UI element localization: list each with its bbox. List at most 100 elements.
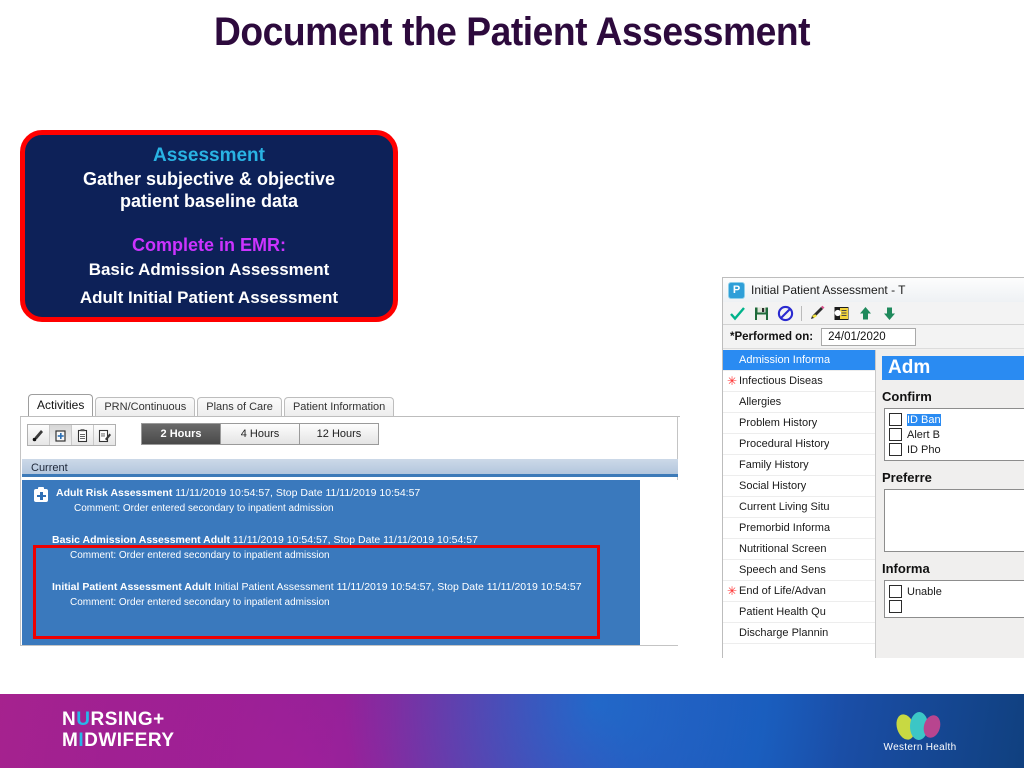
section-label: Premorbid Informa xyxy=(739,522,831,534)
activities-panel: 2 Hours 4 Hours 12 Hours Current Adult R… xyxy=(20,417,678,646)
section-patient-health-questionnaire[interactable]: Patient Health Qu xyxy=(723,602,875,623)
checkbox-unable[interactable]: Unable xyxy=(889,584,1024,599)
preferred-textarea[interactable] xyxy=(884,489,1024,552)
app-icon: P xyxy=(728,281,745,299)
performed-on-label: *Performed on: xyxy=(730,330,814,343)
pen-icon[interactable] xyxy=(809,305,826,322)
checkbox-icon[interactable] xyxy=(889,413,902,426)
checkbox-icon[interactable] xyxy=(889,443,902,456)
performed-on-input[interactable]: 24/01/2020 xyxy=(821,327,917,346)
section-label: Patient Health Qu xyxy=(739,606,826,618)
medkit-icon xyxy=(34,487,48,502)
checkbox-partial-clipped[interactable] xyxy=(889,599,1024,614)
section-infectious-diseases[interactable]: ✳ Infectious Diseas xyxy=(723,371,875,392)
information-group-label: Informa xyxy=(882,561,930,576)
callout-line-1: Gather subjective & objective xyxy=(82,169,336,189)
section-label: Family History xyxy=(739,459,809,471)
section-premorbid-information[interactable]: Premorbid Informa xyxy=(723,518,875,539)
section-problem-history[interactable]: Problem History xyxy=(723,413,875,434)
section-label: Procedural History xyxy=(739,438,830,450)
table-row[interactable]: Basic Admission Assessment Adult 11/11/2… xyxy=(52,534,478,546)
brand-line-1: NURSING+ xyxy=(62,709,175,730)
section-nutritional-screening[interactable]: Nutritional Screen xyxy=(723,539,875,560)
butterfly-icon xyxy=(893,711,943,742)
checkbox-icon[interactable] xyxy=(889,600,902,613)
activity-comment: Comment: Order entered secondary to inpa… xyxy=(70,597,330,608)
time-range-selector: 2 Hours 4 Hours 12 Hours xyxy=(141,423,379,445)
clipboard-icon[interactable] xyxy=(72,425,94,445)
arrow-up-icon[interactable] xyxy=(857,305,874,322)
section-current-living-situation[interactable]: Current Living Situ xyxy=(723,497,875,518)
brand-text: DWIFERY xyxy=(84,730,175,751)
activity-detail: 11/11/2019 10:54:57, Stop Date 11/11/201… xyxy=(232,534,478,546)
section-allergies[interactable]: Allergies xyxy=(723,392,875,413)
information-checkbox-group: Unable xyxy=(884,580,1024,618)
section-label: Discharge Plannin xyxy=(739,627,829,639)
confirm-checkbox-group: ID Ban Alert B ID Pho xyxy=(884,408,1024,461)
activity-title: Adult Risk Assessment xyxy=(56,487,173,499)
activity-comment: Comment: Order entered secondary to inpa… xyxy=(74,503,334,514)
arrow-down-icon[interactable] xyxy=(881,305,898,322)
checkbox-label: ID Pho xyxy=(907,443,941,456)
checkbox-label: Unable xyxy=(907,585,942,598)
checkbox-id-photo[interactable]: ID Pho xyxy=(889,442,1024,457)
form-section-header: Adm xyxy=(882,356,1024,380)
confirm-group-label: Confirm xyxy=(882,389,932,404)
time-range-12-hours[interactable]: 12 Hours xyxy=(300,424,378,444)
add-box-icon[interactable] xyxy=(50,425,72,445)
tab-plans-of-care[interactable]: Plans of Care xyxy=(197,397,282,417)
required-asterisk-icon: ✳ xyxy=(726,374,738,388)
tab-prn-continuous[interactable]: PRN/Continuous xyxy=(95,397,196,417)
section-admission-information[interactable]: Admission Informa xyxy=(723,350,875,371)
assessment-toolbar xyxy=(723,302,1024,325)
cancel-icon[interactable] xyxy=(777,305,794,322)
activities-icon-group xyxy=(27,424,116,446)
section-label: Nutritional Screen xyxy=(739,543,827,555)
table-row[interactable]: Initial Patient Assessment Adult Initial… xyxy=(52,581,582,593)
section-procedural-history[interactable]: Procedural History xyxy=(723,434,875,455)
section-family-history[interactable]: Family History xyxy=(723,455,875,476)
section-label: Problem History xyxy=(739,417,818,429)
time-range-2-hours[interactable]: 2 Hours xyxy=(142,424,221,444)
section-end-of-life-advance-care[interactable]: ✳ End of Life/Advan xyxy=(723,581,875,602)
time-range-4-hours[interactable]: 4 Hours xyxy=(221,424,300,444)
activity-rows: Adult Risk Assessment 11/11/2019 10:54:5… xyxy=(22,480,678,645)
activities-toolbar: 2 Hours 4 Hours 12 Hours xyxy=(21,421,679,453)
stethoscope-icon: U xyxy=(76,709,91,730)
note-icon[interactable] xyxy=(833,305,850,322)
section-label: Allergies xyxy=(739,396,782,408)
check-icon[interactable] xyxy=(729,305,746,322)
initial-patient-assessment-window: P Initial Patient Assessment - T *Perfor… xyxy=(722,277,1024,658)
checkbox-label: Alert B xyxy=(907,428,941,441)
performed-on-row: *Performed on: 24/01/2020 xyxy=(723,325,1024,349)
checkbox-icon[interactable] xyxy=(889,428,902,441)
clipboard-edit-icon[interactable] xyxy=(94,425,115,445)
section-label: Social History xyxy=(739,480,807,492)
section-discharge-planning[interactable]: Discharge Plannin xyxy=(723,623,875,644)
activity-detail: Initial Patient Assessment 11/11/2019 10… xyxy=(214,581,582,593)
window-title: Initial Patient Assessment - T xyxy=(751,283,906,297)
tab-activities[interactable]: Activities xyxy=(28,394,94,417)
tab-patient-information[interactable]: Patient Information xyxy=(283,397,395,417)
checkbox-alert-band[interactable]: Alert B xyxy=(889,427,1024,442)
assessment-callout-box: Assessment Gather subjective & objective… xyxy=(20,130,398,322)
callout-item-2: Adult Initial Patient Assessment xyxy=(79,288,339,307)
section-speech-and-senses[interactable]: Speech and Sens xyxy=(723,560,875,581)
callout-subheading: Complete in EMR: xyxy=(131,235,286,255)
brand-text: M xyxy=(62,730,79,751)
section-label: End of Life/Advan xyxy=(739,585,826,597)
group-header-current: Current xyxy=(22,459,678,477)
section-label: Infectious Diseas xyxy=(739,375,823,387)
required-asterisk-icon: ✳ xyxy=(726,584,738,598)
tab-strip: Activities PRN/Continuous Plans of Care … xyxy=(28,394,396,417)
activity-detail: 11/11/2019 10:54:57, Stop Date 11/11/201… xyxy=(175,487,421,499)
pen-icon[interactable] xyxy=(28,425,50,445)
section-social-history[interactable]: Social History xyxy=(723,476,875,497)
activity-title: Basic Admission Assessment Adult xyxy=(52,534,230,546)
table-row[interactable]: Adult Risk Assessment 11/11/2019 10:54:5… xyxy=(56,487,420,499)
section-label: Admission Informa xyxy=(739,354,831,366)
save-icon[interactable] xyxy=(753,305,770,322)
checkbox-icon[interactable] xyxy=(889,585,902,598)
brand-line-2: MIDWIFERY xyxy=(62,730,175,751)
checkbox-id-band[interactable]: ID Ban xyxy=(889,412,1024,427)
